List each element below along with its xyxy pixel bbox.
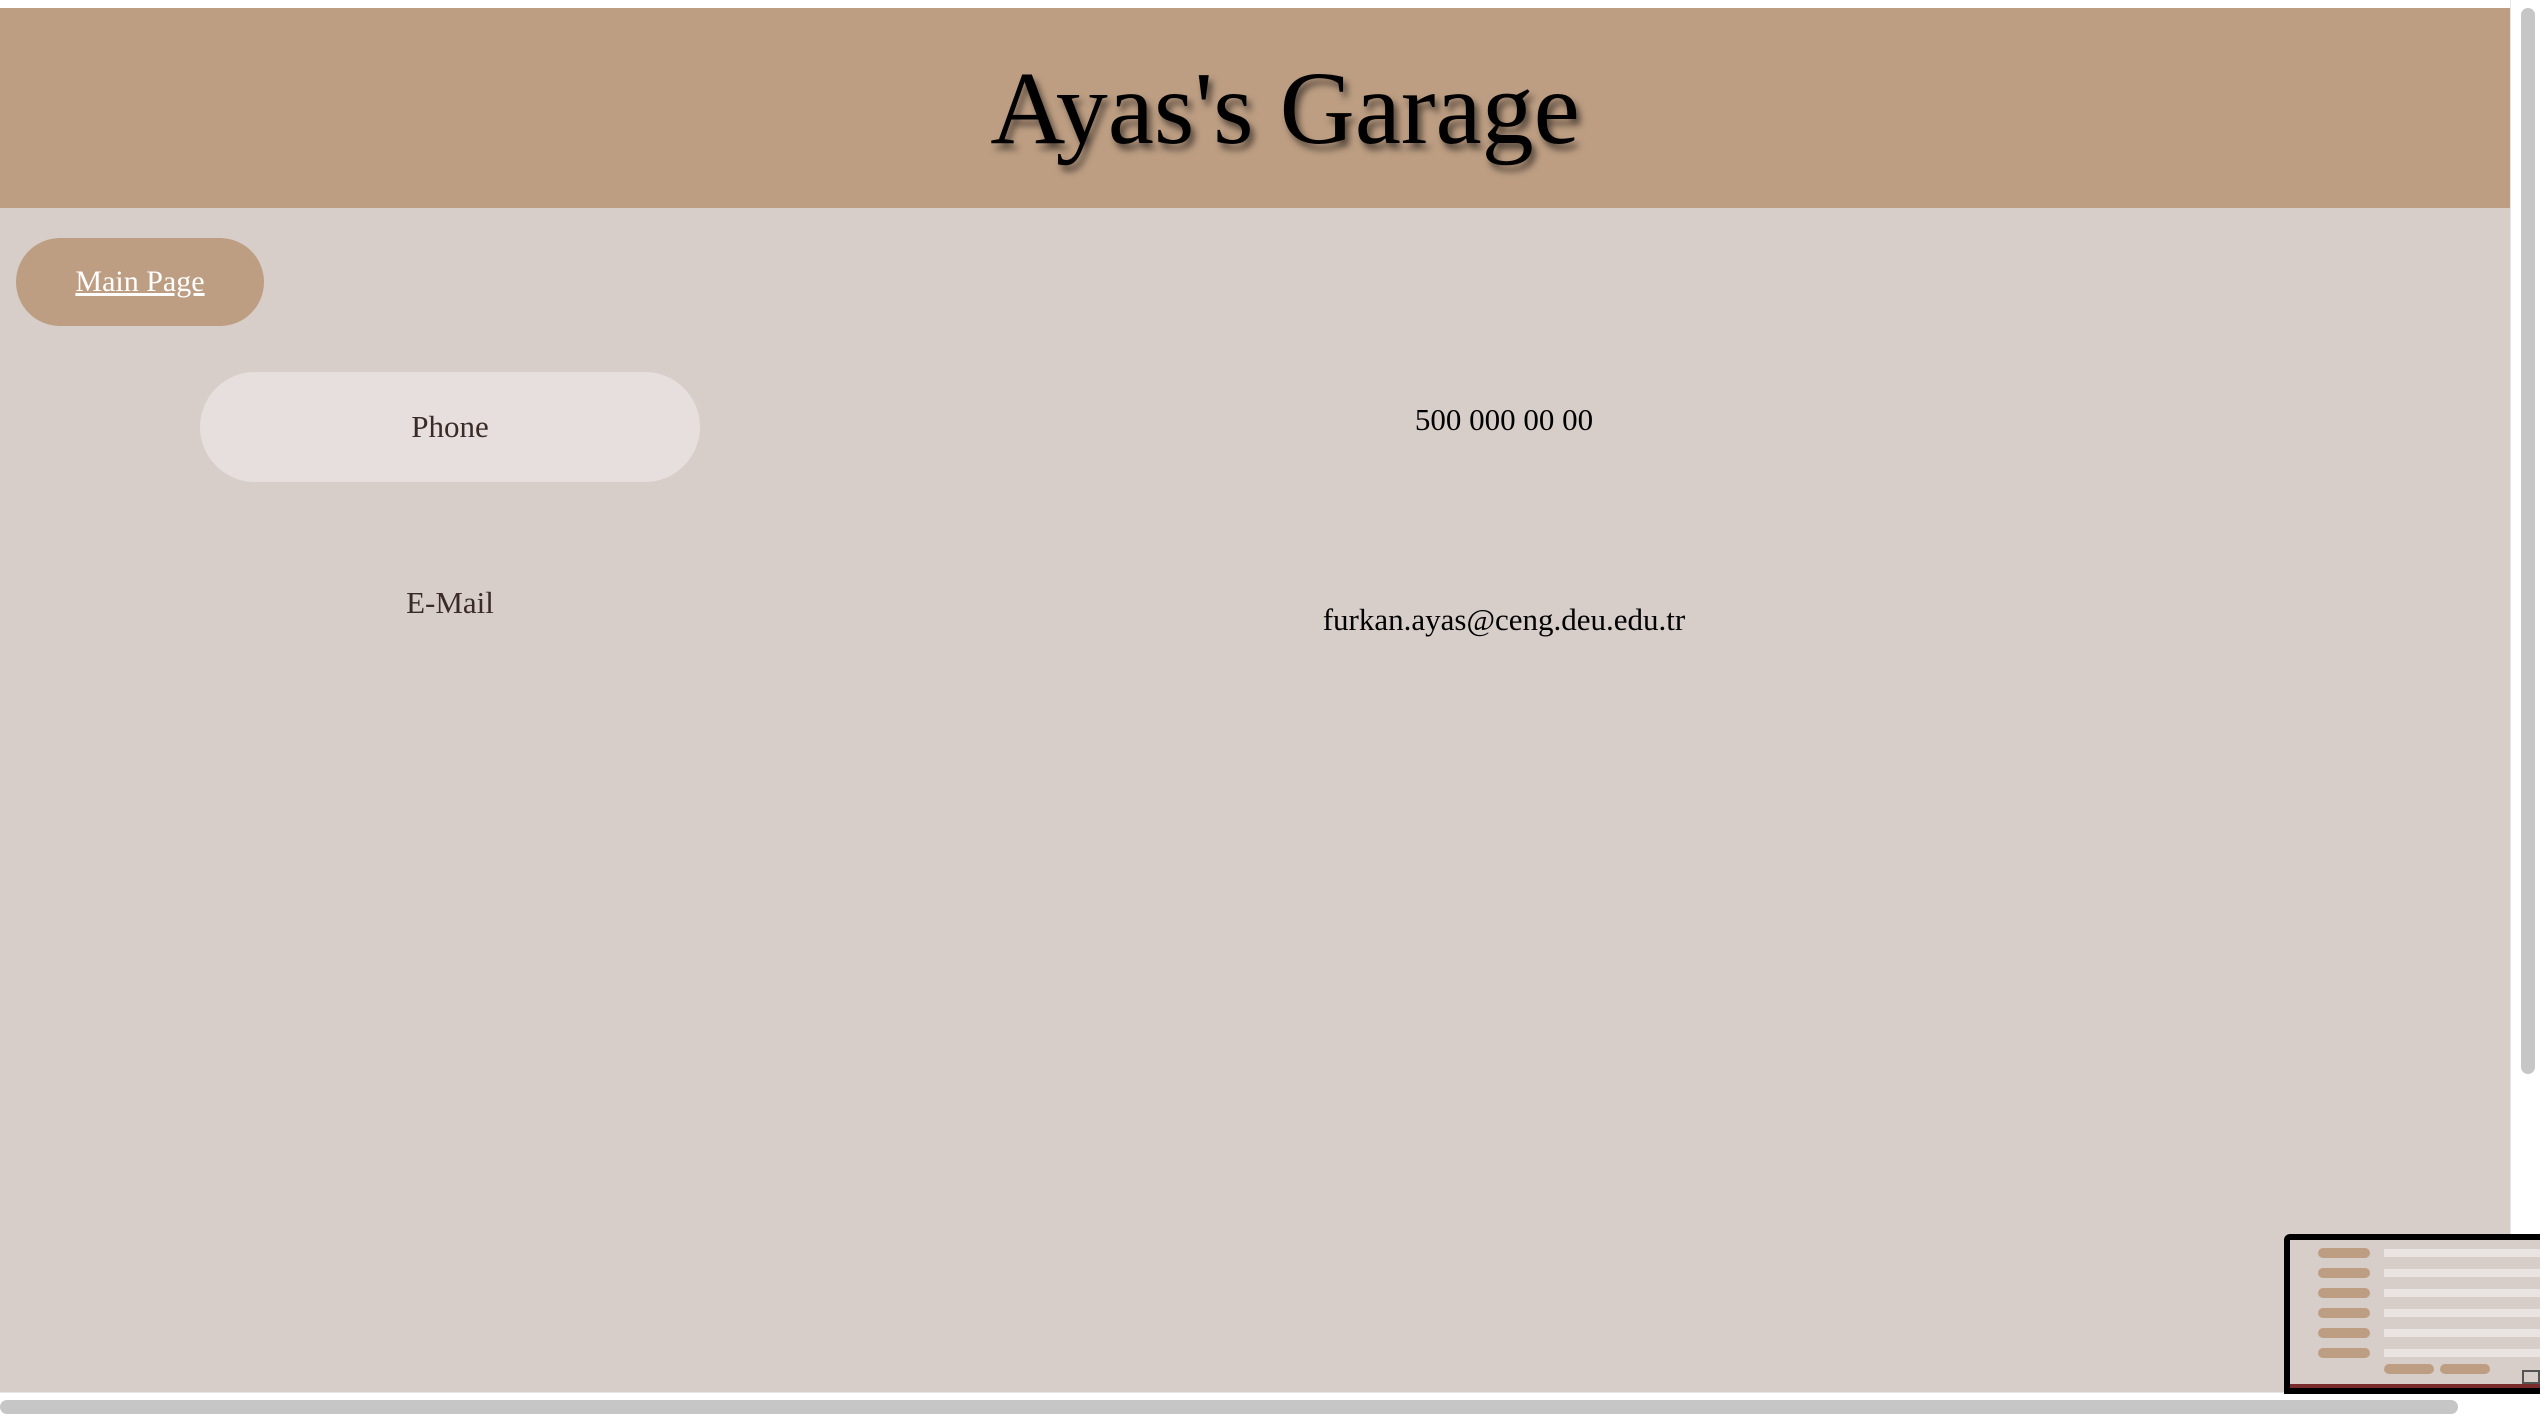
- site-title: Ayas's Garage: [990, 50, 1580, 166]
- email-value: furkan.ayas@ceng.deu.edu.tr: [1322, 602, 1686, 637]
- screenshot-preview-thumbnail[interactable]: [2284, 1234, 2540, 1394]
- site-header: Ayas's Garage: [0, 8, 2510, 208]
- horizontal-scrollbar-thumb[interactable]: [0, 1400, 2458, 1414]
- vertical-scrollbar-thumb[interactable]: [2521, 8, 2535, 1074]
- top-border: [0, 0, 2510, 8]
- phone-label: Phone: [200, 372, 700, 482]
- page: Ayas's Garage Main Page Phone 500 000 00…: [0, 0, 2510, 1392]
- email-label: E-Mail: [406, 585, 494, 620]
- phone-value: 500 000 00 00: [1414, 402, 1594, 437]
- horizontal-scrollbar[interactable]: [0, 1392, 2540, 1420]
- vertical-scrollbar[interactable]: [2510, 0, 2540, 1420]
- main-page-button[interactable]: Main Page: [16, 238, 264, 326]
- preview-image: [2290, 1240, 2540, 1388]
